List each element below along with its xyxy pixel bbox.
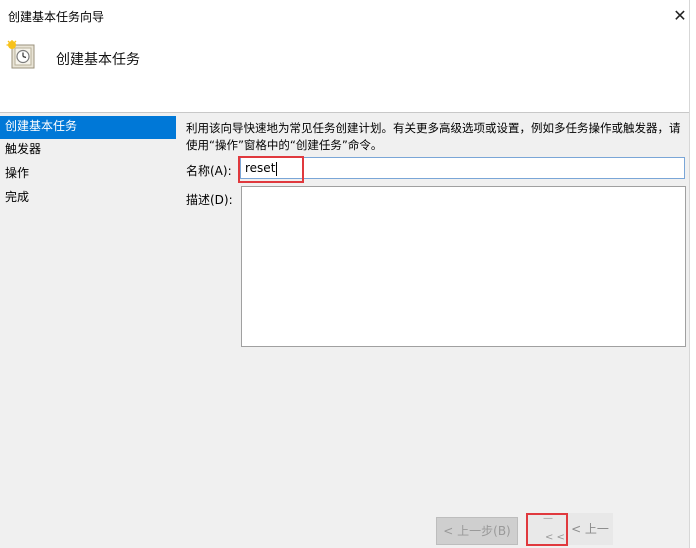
description-input[interactable] [241, 186, 686, 347]
ghost-back-button[interactable]: < 上一 [567, 513, 613, 545]
wizard-instructions: 利用该向导快速地为常见任务创建计划。有关更多高级选项或设置，例如多任务操作或触发… [186, 121, 681, 152]
wizard-title: 创建基本任务 [56, 52, 140, 68]
wizard-header [0, 32, 689, 112]
next-button-fragment: < < [545, 532, 565, 543]
title-bar: 创建基本任务向导 ✕ [0, 0, 696, 32]
description-label: 描述(D): [186, 193, 233, 207]
next-button[interactable]: — < < [527, 515, 567, 546]
name-input[interactable]: reset [240, 157, 685, 179]
step-create-basic-task[interactable]: 创建基本任务 [0, 116, 176, 139]
close-icon: ✕ [673, 6, 687, 25]
task-scheduler-clock-icon [6, 40, 35, 69]
next-button-overlap-text: — [543, 515, 553, 524]
background-window-edge [689, 0, 696, 548]
window-title: 创建基本任务向导 [8, 10, 105, 24]
step-finish[interactable]: 完成 [0, 187, 176, 211]
back-button[interactable]: < 上一步(B) [436, 517, 518, 545]
name-label: 名称(A): [186, 164, 232, 178]
step-action[interactable]: 操作 [0, 163, 176, 187]
name-input-value: reset [245, 161, 276, 175]
wizard-steps: 创建基本任务 触发器 操作 完成 [0, 116, 176, 211]
step-trigger[interactable]: 触发器 [0, 139, 176, 163]
text-caret [276, 161, 278, 176]
